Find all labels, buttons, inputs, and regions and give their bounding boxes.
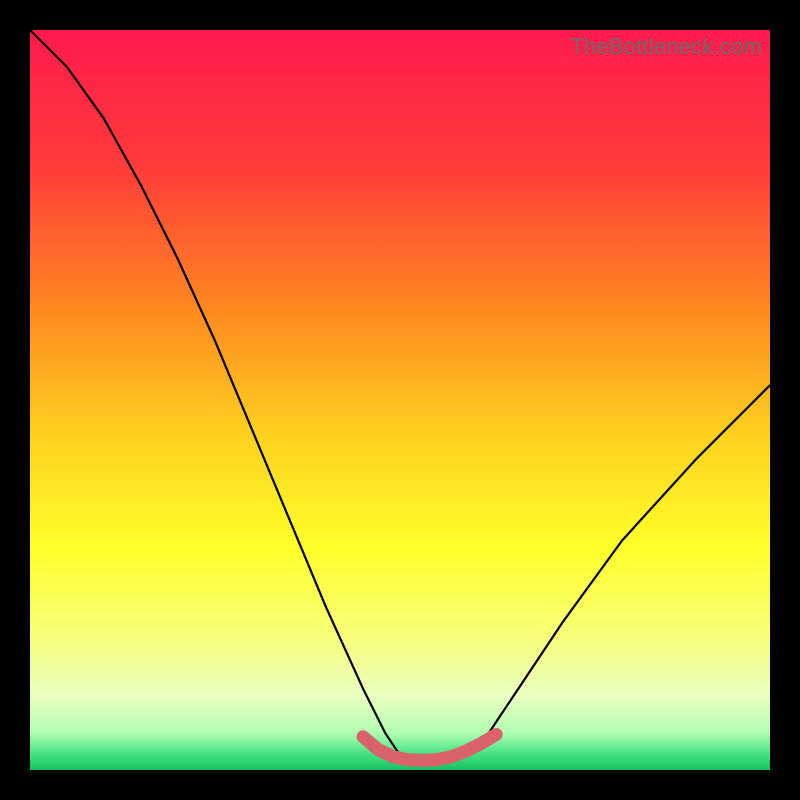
watermark-text: TheBottleneck.com (570, 34, 762, 60)
chart-frame: TheBottleneck.com (0, 0, 800, 800)
gradient-background (30, 30, 770, 770)
plot-area: TheBottleneck.com (30, 30, 770, 770)
bottleneck-chart (30, 30, 770, 770)
